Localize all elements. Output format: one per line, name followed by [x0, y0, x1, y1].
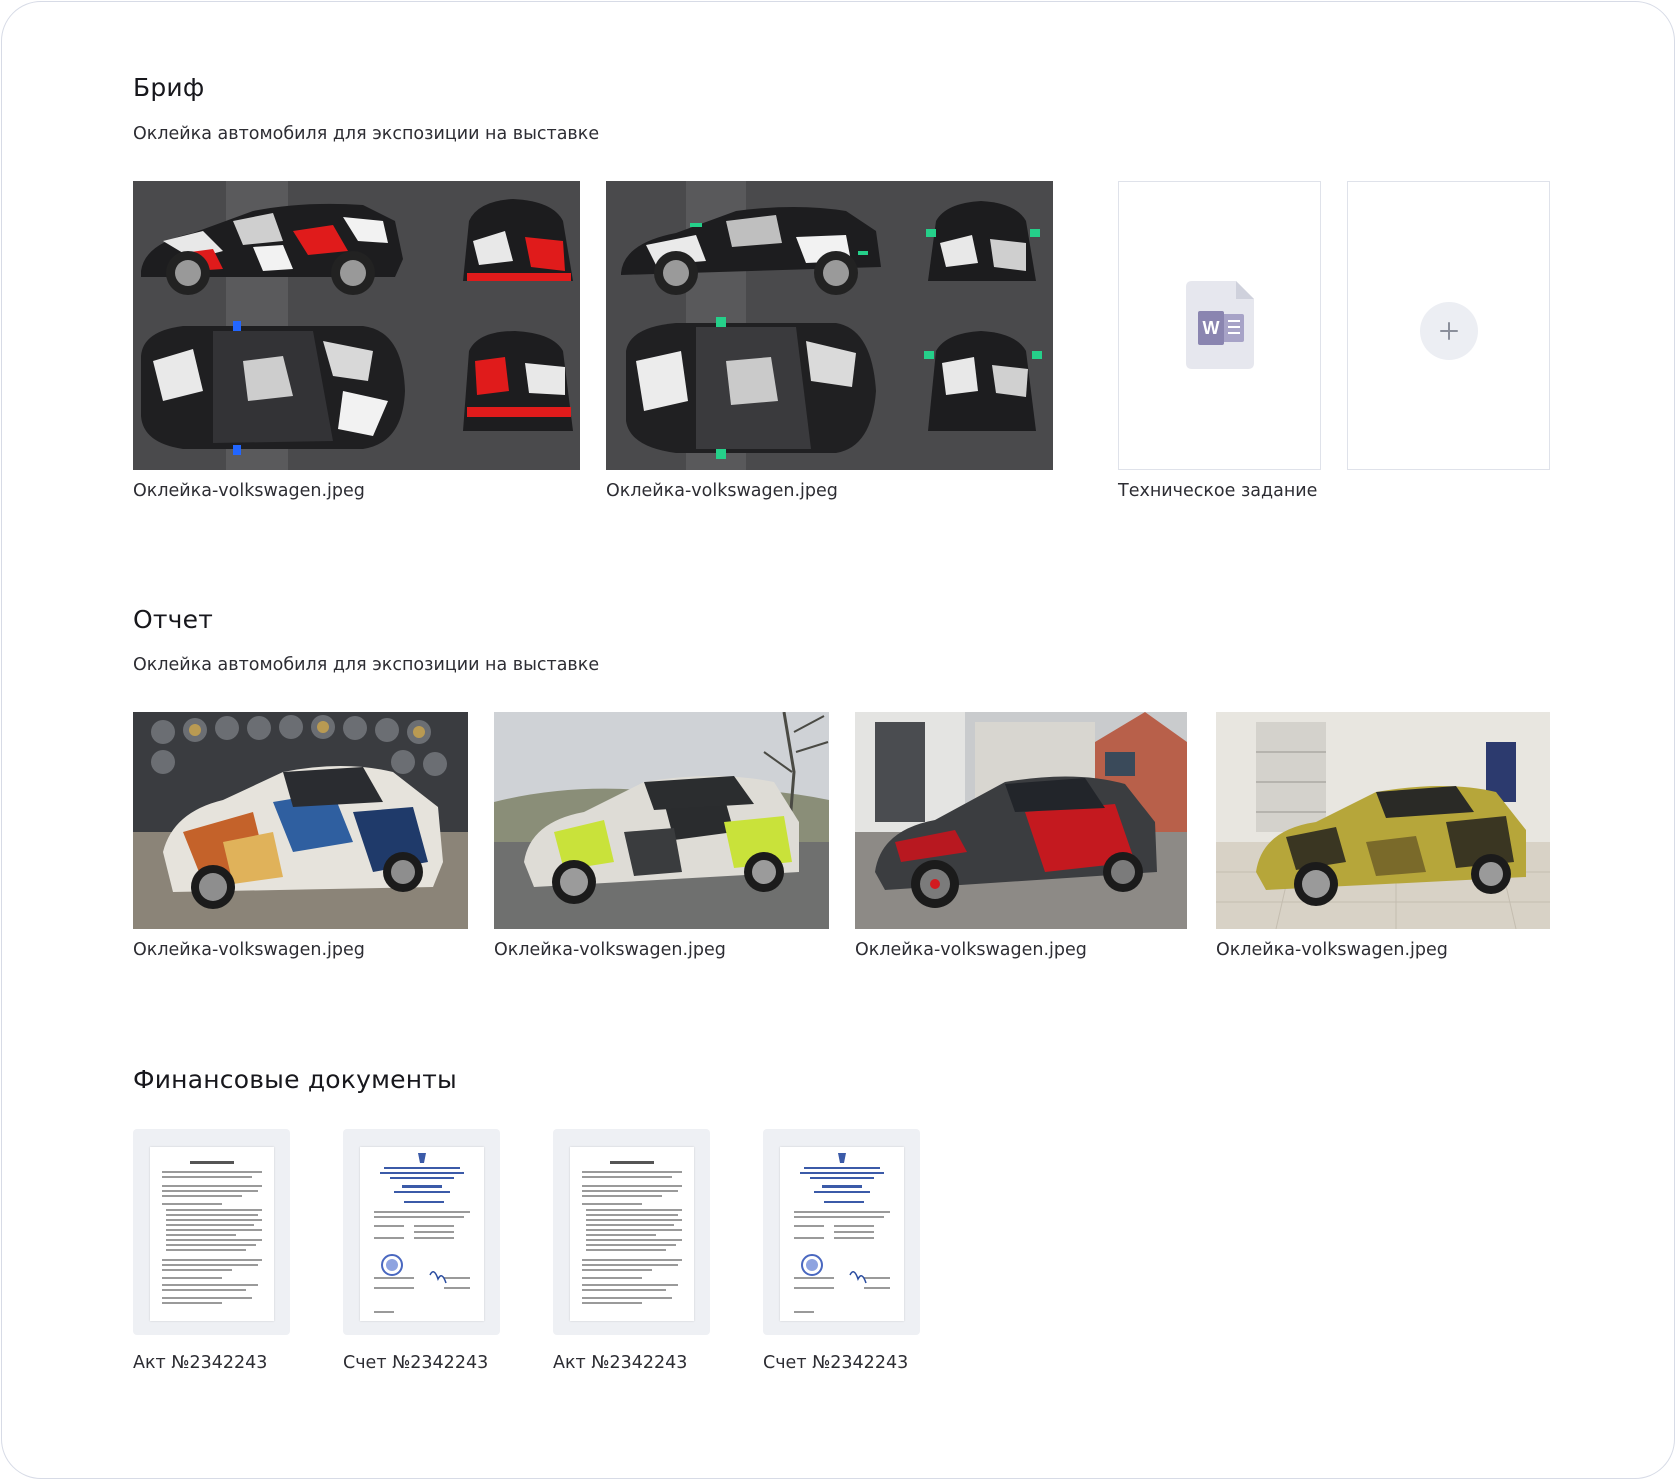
report-photo-4[interactable] — [1216, 712, 1550, 929]
report-subtitle: Оклейка автомобиля для экспозиции на выс… — [133, 655, 600, 675]
brief-file-name-1: Оклейка-volkswagen.jpeg — [133, 481, 365, 501]
report-file-name-1: Оклейка-volkswagen.jpeg — [133, 940, 365, 960]
act-document-preview — [570, 1147, 694, 1321]
finance-file-name-2: Счет №2342243 — [343, 1353, 489, 1373]
main-card: Бриф Оклейка автомобиля для экспозиции н… — [1, 1, 1675, 1479]
act-document-preview — [150, 1147, 274, 1321]
finance-doc-1[interactable] — [133, 1129, 290, 1335]
brief-image-2[interactable] — [606, 181, 1053, 470]
plus-icon — [1420, 302, 1478, 360]
finance-file-name-3: Акт №2342243 — [553, 1353, 688, 1373]
finance-file-name-1: Акт №2342243 — [133, 1353, 268, 1373]
report-title: Отчет — [133, 605, 213, 634]
report-file-name-2: Оклейка-volkswagen.jpeg — [494, 940, 726, 960]
report-file-name-4: Оклейка-volkswagen.jpeg — [1216, 940, 1448, 960]
report-photo-1[interactable] — [133, 712, 468, 929]
report-photo-2[interactable] — [494, 712, 829, 929]
invoice-document-preview — [360, 1147, 484, 1321]
invoice-document-preview — [780, 1147, 904, 1321]
report-photo-3[interactable] — [855, 712, 1187, 929]
report-file-name-3: Оклейка-volkswagen.jpeg — [855, 940, 1087, 960]
svg-text:W: W — [1203, 318, 1220, 338]
tech-spec-file[interactable]: W — [1118, 181, 1321, 470]
brief-subtitle: Оклейка автомобиля для экспозиции на выс… — [133, 124, 600, 144]
brief-file-name-2: Оклейка-volkswagen.jpeg — [606, 481, 838, 501]
finance-doc-4[interactable] — [763, 1129, 920, 1335]
brief-image-1[interactable] — [133, 181, 580, 470]
finance-title: Финансовые документы — [133, 1065, 457, 1094]
finance-file-name-4: Счет №2342243 — [763, 1353, 909, 1373]
brief-title: Бриф — [133, 73, 205, 102]
add-file-button[interactable] — [1347, 181, 1550, 470]
tech-spec-file-name: Техническое задание — [1118, 481, 1318, 501]
word-document-icon: W — [1186, 281, 1254, 369]
finance-doc-2[interactable] — [343, 1129, 500, 1335]
finance-doc-3[interactable] — [553, 1129, 710, 1335]
